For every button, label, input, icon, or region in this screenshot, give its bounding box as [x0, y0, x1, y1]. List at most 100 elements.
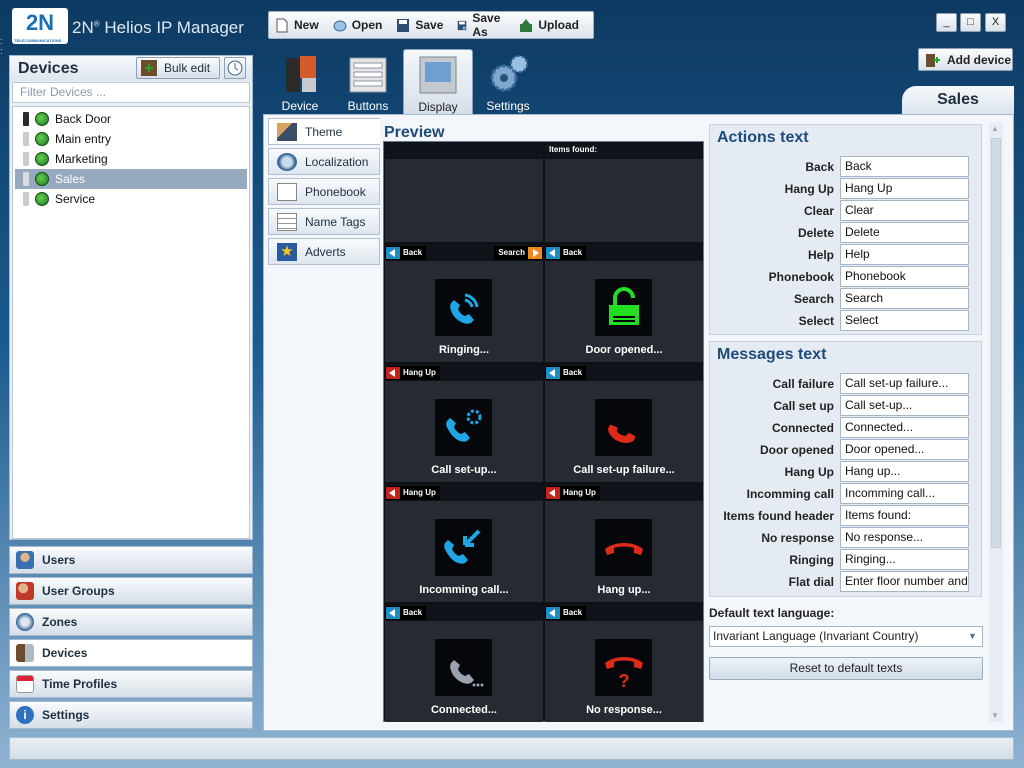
help-action-input[interactable]: Help	[840, 244, 969, 265]
no-response-label: No response	[761, 530, 834, 545]
maximize-button[interactable]: □	[960, 13, 981, 32]
status-bar	[9, 737, 1014, 760]
nav-users[interactable]: Users	[9, 546, 253, 574]
online-status-icon	[35, 132, 49, 146]
devices-icon	[16, 644, 34, 662]
save-button[interactable]: Save	[396, 18, 443, 33]
close-button[interactable]: X	[985, 13, 1006, 32]
nav-user-groups[interactable]: User Groups	[9, 577, 253, 605]
new-button[interactable]: New	[275, 18, 319, 33]
items-found-input[interactable]: Items found:	[840, 505, 969, 526]
sidetab-theme[interactable]: Theme	[268, 118, 380, 145]
call-set-up-input[interactable]: Call set-up...	[840, 395, 969, 416]
brush-icon	[277, 122, 297, 141]
ringing-phone-icon	[435, 279, 492, 336]
arrow-left-icon	[386, 487, 400, 499]
hang-up-label: Hang Up	[784, 181, 834, 196]
open-button[interactable]: Open	[333, 18, 382, 33]
nav-settings[interactable]: i Settings	[9, 701, 253, 729]
upload-button[interactable]: Upload	[519, 18, 579, 33]
door-opened-input[interactable]: Door opened...	[840, 439, 969, 460]
default-language-select[interactable]: Invariant Language (Invariant Country) ▼	[709, 626, 983, 647]
back-label: Back	[805, 159, 834, 174]
calendar-icon	[16, 675, 34, 693]
no-response-icon: ?	[595, 639, 652, 696]
minimize-button[interactable]: _	[936, 13, 957, 32]
scroll-up-icon[interactable]: ▲	[991, 124, 999, 133]
default-language-label: Default text language:	[709, 606, 835, 620]
device-list: Back Door Main entry Marketing Sales Ser…	[12, 106, 250, 539]
preview-back-button: Back	[545, 246, 587, 260]
intercom-icon	[23, 152, 29, 166]
user-group-icon	[16, 582, 34, 600]
call-failure-input[interactable]: Call set-up failure...	[840, 373, 969, 394]
help-label: Help	[807, 247, 834, 262]
save-as-button[interactable]: Save As	[457, 11, 505, 39]
hang-up-action-input[interactable]: Hang Up	[840, 178, 969, 199]
connected-label: Connected	[771, 420, 834, 435]
preview-screen-connected: Back Connected...	[385, 605, 543, 722]
nav-devices[interactable]: Devices	[9, 639, 253, 667]
arrow-right-icon	[528, 247, 542, 259]
zones-icon	[16, 613, 34, 631]
sidetab-phonebook[interactable]: Phonebook	[268, 178, 380, 205]
nav-zones[interactable]: Zones	[9, 608, 253, 636]
search-action-input[interactable]: Search	[840, 288, 969, 309]
incoming-call-input[interactable]: Incomming call...	[840, 483, 969, 504]
preview-screen-no-response: Back ? No response...	[545, 605, 703, 722]
sidetab-adverts[interactable]: ★ Adverts	[268, 238, 380, 265]
flat-dial-input[interactable]: Enter floor number and	[840, 571, 969, 592]
device-item-service[interactable]: Service	[15, 189, 247, 209]
delete-action-input[interactable]: Delete	[840, 222, 969, 243]
tab-settings[interactable]: Settings	[476, 49, 540, 115]
online-status-icon	[35, 172, 49, 186]
devices-panel: Devices Bulk edit Filter Devices ... Bac…	[9, 55, 253, 540]
filter-devices-input[interactable]: Filter Devices ...	[12, 82, 250, 103]
preview-back-button: Back	[545, 366, 587, 380]
back-action-input[interactable]: Back	[840, 156, 969, 177]
open-icon	[333, 20, 347, 31]
preview-screen-items-found: Items found:	[545, 143, 703, 242]
online-status-icon	[35, 152, 49, 166]
call-set-up-label: Call set up	[773, 398, 834, 413]
intercom-icon	[23, 112, 29, 126]
hang-up-msg-input[interactable]: Hang up...	[840, 461, 969, 482]
scroll-thumb[interactable]	[991, 138, 1001, 548]
reset-default-texts-button[interactable]: Reset to default texts	[709, 657, 983, 680]
settings-scrollbar[interactable]: ▲ ▼	[989, 122, 1003, 722]
clear-action-input[interactable]: Clear	[840, 200, 969, 221]
sidetab-localization[interactable]: Localization	[268, 148, 380, 175]
device-item-marketing[interactable]: Marketing	[15, 149, 247, 169]
items-found-label: Items found header	[723, 508, 834, 523]
add-device-button[interactable]: Add device	[918, 48, 1013, 71]
chevron-down-icon: ▼	[968, 631, 977, 641]
connected-input[interactable]: Connected...	[840, 417, 969, 438]
history-button[interactable]	[224, 57, 246, 79]
preview-screen-ringing: Back Search Ringing...	[385, 245, 543, 362]
device-item-sales[interactable]: Sales	[15, 169, 247, 189]
select-action-input[interactable]: Select	[840, 310, 969, 331]
no-response-input[interactable]: No response...	[840, 527, 969, 548]
intercom-icon	[23, 172, 29, 186]
tab-device[interactable]: Device	[268, 49, 332, 115]
tab-buttons[interactable]: Buttons	[336, 49, 400, 115]
search-label: Search	[793, 291, 834, 306]
nav-time-profiles[interactable]: Time Profiles	[9, 670, 253, 698]
preview-title: Preview	[384, 124, 445, 141]
tab-display[interactable]: Display	[403, 49, 473, 115]
arrow-left-icon	[546, 367, 560, 379]
bulk-edit-button[interactable]: Bulk edit	[136, 57, 220, 79]
items-found-header: Items found:	[549, 145, 597, 154]
preview-screen-call-failure: Back Call set-up failure...	[545, 365, 703, 482]
scroll-down-icon[interactable]: ▼	[991, 711, 999, 720]
incoming-call-icon	[435, 519, 492, 576]
ringing-input[interactable]: Ringing...	[840, 549, 969, 570]
intercom-device-icon	[286, 56, 316, 92]
device-item-back-door[interactable]: Back Door	[15, 109, 247, 129]
devices-header: Devices Bulk edit	[10, 56, 252, 81]
sidetab-name-tags[interactable]: Name Tags	[268, 208, 380, 235]
device-item-main-entry[interactable]: Main entry	[15, 129, 247, 149]
hang-up-msg-label: Hang Up	[784, 464, 834, 479]
unlocked-padlock-icon	[595, 279, 652, 336]
phonebook-action-input[interactable]: Phonebook	[840, 266, 969, 287]
